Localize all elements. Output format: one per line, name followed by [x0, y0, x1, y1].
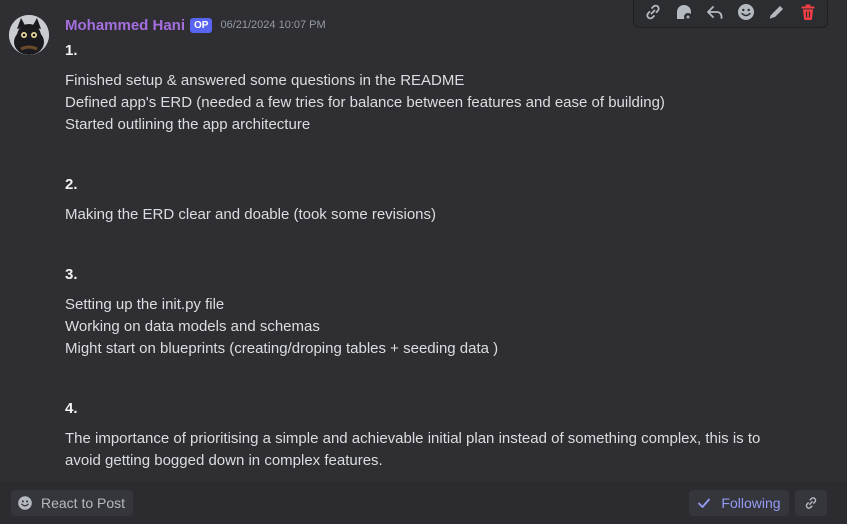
- forum-post: Mohammed Hani OP 06/21/2024 10:07 PM 1. …: [0, 0, 847, 524]
- message-line: Started outlining the app architecture: [65, 116, 311, 133]
- message-line: Making the ERD clear and doable (took so…: [65, 206, 437, 223]
- message-line: The importance of prioritising a simple …: [65, 430, 761, 447]
- message-line: Finished setup & answered some questions…: [65, 72, 465, 89]
- section-heading: 3.: [65, 266, 78, 283]
- create-thread-button[interactable]: [671, 0, 697, 25]
- edit-button[interactable]: [764, 0, 790, 25]
- section-heading: 1.: [65, 42, 78, 59]
- delete-icon: [801, 4, 815, 20]
- message-line: Working on data models and schemas: [65, 318, 320, 335]
- delete-button[interactable]: [795, 0, 821, 25]
- react-to-post-button[interactable]: React to Post: [11, 490, 134, 516]
- reply-button[interactable]: [702, 0, 728, 25]
- copy-post-link-button[interactable]: [795, 490, 827, 516]
- message: Mohammed Hani OP 06/21/2024 10:07 PM 1. …: [0, 0, 847, 482]
- message-line: Defined app's ERD (needed a few tries fo…: [65, 94, 665, 111]
- add-reaction-button[interactable]: [733, 0, 759, 25]
- message-actions-toolbar: [633, 0, 828, 28]
- edit-icon: [769, 6, 783, 19]
- link-icon: [646, 4, 660, 20]
- reply-icon: [707, 6, 723, 19]
- op-badge: OP: [190, 17, 213, 33]
- message-line: Might start on blueprints (creating/drop…: [65, 340, 499, 357]
- checkmark-icon: [698, 498, 711, 508]
- link-icon: [805, 497, 817, 509]
- avatar[interactable]: [9, 15, 49, 55]
- react-to-post-label: React to Post: [41, 495, 126, 511]
- section-heading: 2.: [65, 176, 78, 193]
- add-reaction-icon: [737, 4, 754, 20]
- timestamp[interactable]: 06/21/2024 10:07 PM: [220, 19, 325, 31]
- following-label: Following: [721, 495, 781, 511]
- author-name[interactable]: Mohammed Hani: [65, 17, 185, 34]
- thread-icon: [677, 5, 693, 21]
- post-footer: React to Post Following: [0, 482, 847, 524]
- message-line: avoid getting bogged down in complex fea…: [65, 452, 383, 469]
- smile-icon: [18, 496, 32, 510]
- following-button[interactable]: Following: [689, 490, 789, 516]
- copy-link-button[interactable]: [640, 0, 666, 25]
- message-line: Setting up the init.py file: [65, 296, 225, 313]
- section-heading: 4.: [65, 400, 78, 417]
- message-header: Mohammed Hani OP 06/21/2024 10:07 PM: [65, 15, 326, 35]
